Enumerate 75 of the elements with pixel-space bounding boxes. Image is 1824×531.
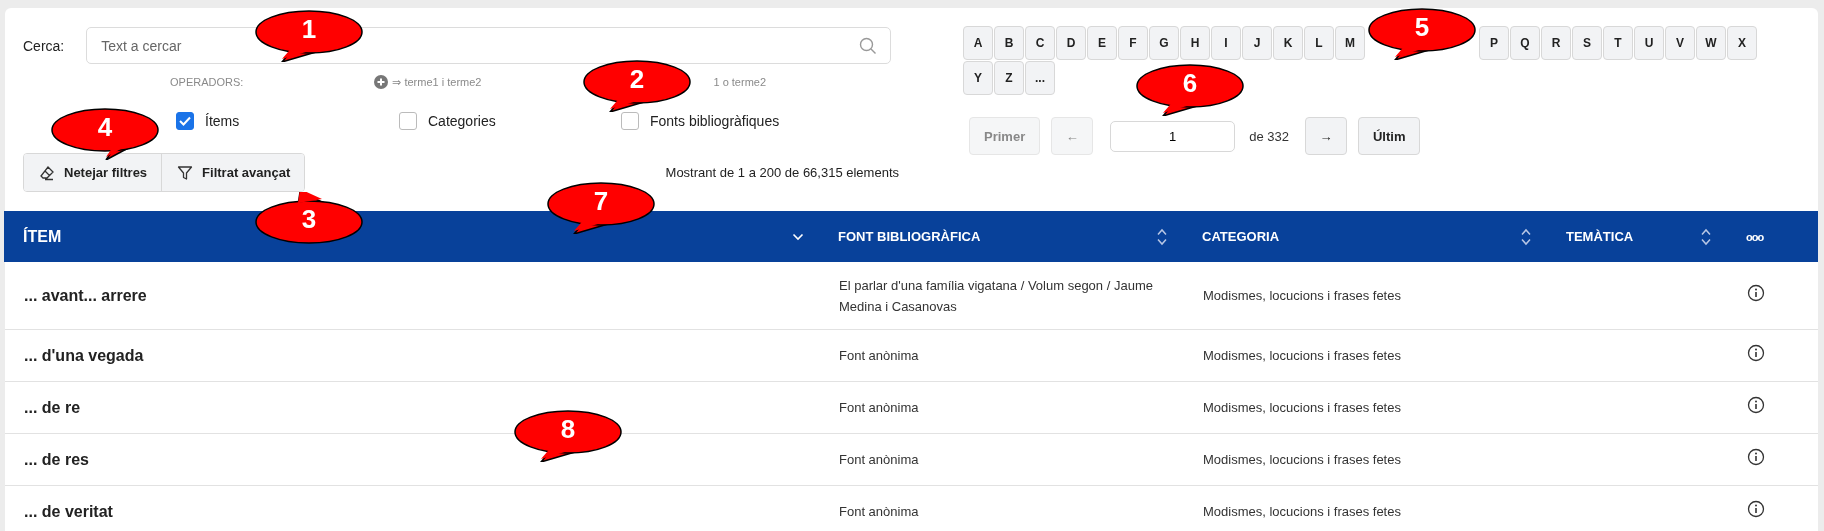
- info-icon[interactable]: [1747, 499, 1765, 518]
- page-input[interactable]: 1: [1110, 120, 1236, 152]
- info-icon[interactable]: [1747, 447, 1765, 466]
- info-icon[interactable]: [1747, 343, 1765, 362]
- column-header[interactable]: ÍTEM: [23, 227, 62, 246]
- filter-button[interactable]: Netejar filtres: [24, 154, 162, 191]
- table-cell: Modismes, locucions i frases fetes: [1203, 504, 1401, 519]
- chevron-down-icon[interactable]: [792, 232, 804, 241]
- filter-button[interactable]: Filtrat avançat: [161, 154, 305, 191]
- info-icon[interactable]: [1747, 395, 1765, 414]
- column-header[interactable]: CATEGORIA: [1202, 229, 1280, 244]
- letter-button[interactable]: D: [1056, 26, 1086, 60]
- letter-button[interactable]: G: [1149, 26, 1179, 60]
- checkbox-label: Fonts bibliogràfiques: [650, 113, 780, 129]
- table-cell: Modismes, locucions i frases fetes: [1203, 288, 1401, 303]
- table-cell: Modismes, locucions i frases fetes: [1203, 400, 1401, 415]
- letter-button[interactable]: H: [1180, 26, 1210, 60]
- letter-button[interactable]: T: [1603, 26, 1633, 60]
- checkbox[interactable]: [176, 112, 194, 130]
- operator-hint: 1 o terme2: [713, 76, 767, 88]
- info-icon[interactable]: [1747, 283, 1765, 302]
- sort-icon[interactable]: [1156, 227, 1168, 246]
- letter-button[interactable]: Y: [963, 61, 993, 95]
- letter-button[interactable]: Z: [994, 61, 1024, 95]
- plus-icon: [374, 75, 389, 89]
- sort-icon[interactable]: [1520, 227, 1532, 246]
- table-cell: Font anònima: [839, 348, 919, 363]
- next-page-button[interactable]: →: [1304, 117, 1347, 155]
- table-cell: Font anònima: [839, 504, 919, 519]
- letter-button[interactable]: V: [1665, 26, 1695, 60]
- operators-label: OPERADORS:: [170, 76, 244, 88]
- letter-button[interactable]: C: [1025, 26, 1055, 60]
- letter-button[interactable]: A: [963, 26, 993, 60]
- column-header[interactable]: TEMÀTICA: [1566, 229, 1634, 244]
- search-label: Cerca:: [23, 37, 65, 54]
- letter-button[interactable]: W: [1696, 26, 1726, 60]
- table-cell: El parlar d'una família vigatana / Volum segon / Jaume Medina i Casanovas: [839, 277, 1153, 314]
- funnel-icon: [177, 164, 194, 181]
- table-cell: Font anònima: [839, 452, 919, 467]
- letter-button[interactable]: B: [994, 26, 1024, 60]
- letter-button[interactable]: P: [1479, 26, 1509, 60]
- letter-button[interactable]: M: [1335, 26, 1365, 60]
- checkbox-label: Categories: [428, 113, 496, 129]
- checkbox[interactable]: [399, 112, 417, 130]
- item-title[interactable]: ... de res: [24, 450, 89, 468]
- eraser-icon: [39, 164, 55, 181]
- letter-button[interactable]: L: [1304, 26, 1334, 60]
- item-title[interactable]: ... avant... arrere: [24, 286, 147, 304]
- letter-button[interactable]: J: [1242, 26, 1272, 60]
- letter-button[interactable]: E: [1087, 26, 1117, 60]
- letter-button[interactable]: U: [1634, 26, 1664, 60]
- column-menu[interactable]: ooo: [1746, 230, 1764, 243]
- item-title[interactable]: ... d'una vegada: [24, 346, 144, 364]
- letter-button[interactable]: F: [1118, 26, 1148, 60]
- column-header[interactable]: FONT BIBLIOGRÀFICA: [838, 229, 981, 244]
- checkbox[interactable]: [621, 112, 639, 130]
- letter-button[interactable]: Q: [1510, 26, 1540, 60]
- last-page-button[interactable]: Últim: [1357, 117, 1421, 155]
- letter-button[interactable]: S: [1572, 26, 1602, 60]
- letter-button[interactable]: R: [1541, 26, 1571, 60]
- letter-button[interactable]: ...: [1025, 61, 1055, 95]
- operator-hint: ⇒ terme1 i terme2: [392, 75, 482, 89]
- letter-button[interactable]: I: [1211, 26, 1241, 60]
- table-cell: Modismes, locucions i frases fetes: [1203, 348, 1401, 363]
- table-cell: Modismes, locucions i frases fetes: [1203, 452, 1401, 467]
- checkbox-label: Ítems: [205, 113, 240, 129]
- table-cell: Font anònima: [839, 400, 919, 415]
- result-count: Mostrant de 1 a 200 de 66,315 elements: [665, 165, 899, 180]
- item-title[interactable]: ... de re: [24, 398, 81, 416]
- page-total: de 332: [1249, 128, 1289, 144]
- search-icon: [859, 37, 878, 55]
- letter-button[interactable]: K: [1273, 26, 1303, 60]
- letter-button[interactable]: X: [1727, 26, 1757, 60]
- sort-icon[interactable]: [1700, 227, 1712, 246]
- item-title[interactable]: ... de veritat: [24, 502, 113, 520]
